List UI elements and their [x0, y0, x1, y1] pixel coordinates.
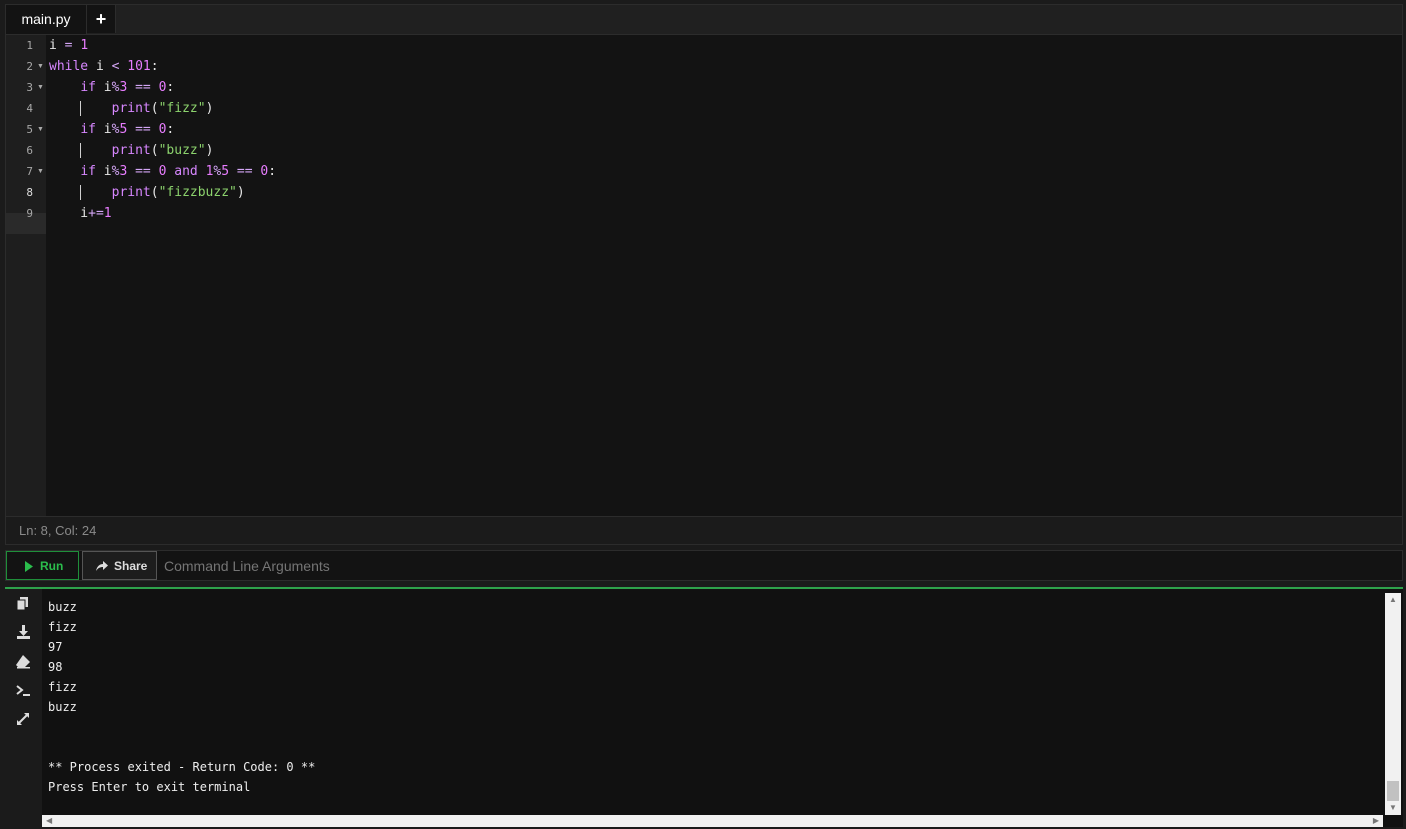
line-number: 4	[26, 102, 33, 115]
terminal-prompt-icon[interactable]	[15, 682, 31, 698]
terminal-line: ** Process exited - Return Code: 0 **	[48, 760, 316, 774]
run-button[interactable]: Run	[6, 551, 79, 580]
line-number: 8	[26, 186, 33, 199]
terminal-line: 98	[48, 660, 63, 674]
line-number: 7	[26, 165, 33, 178]
download-icon[interactable]	[15, 624, 31, 640]
terminal-panel[interactable]: buzz fizz 97 98 fizz buzz ** Process exi…	[5, 587, 1403, 829]
share-button-label: Share	[114, 559, 148, 573]
code-line: if i%3 == 0:	[80, 80, 175, 95]
terminal-line: buzz	[48, 700, 77, 714]
expand-icon[interactable]	[15, 711, 31, 727]
code-editor[interactable]: main.py + 1 2 ▼ 3 ▼ 4 5 ▼ 6 7 ▼ 8 9 i = …	[5, 4, 1403, 545]
code-line: if i%5 == 0:	[80, 122, 175, 137]
code-line: if i%3 == 0 and 1%5 == 0:	[80, 164, 277, 179]
terminal-line: fizz	[48, 680, 77, 694]
terminal-vertical-scrollbar[interactable]: ▲ ▼	[1385, 593, 1401, 815]
share-icon	[95, 552, 109, 592]
command-line-arguments-input[interactable]	[162, 551, 1396, 582]
scroll-up-arrow-icon[interactable]: ▲	[1389, 595, 1397, 604]
terminal-line: Press Enter to exit terminal	[48, 780, 251, 794]
line-number: 3	[26, 81, 33, 94]
share-button[interactable]: Share	[82, 551, 157, 580]
play-icon	[24, 552, 34, 592]
scrollbar-thumb[interactable]	[1387, 781, 1399, 801]
terminal-line: 97	[48, 640, 63, 654]
line-number: 5	[26, 123, 33, 136]
scroll-right-arrow-icon[interactable]: ▶	[1373, 816, 1379, 825]
code-line: while i < 101:	[49, 59, 159, 74]
terminal-line: buzz	[48, 600, 77, 614]
code-line: i+=1	[49, 206, 112, 221]
terminal-sidebar	[5, 589, 42, 829]
line-number: 6	[26, 144, 33, 157]
terminal-output: buzz fizz 97 98 fizz buzz ** Process exi…	[48, 597, 315, 797]
add-tab-button[interactable]: +	[87, 5, 116, 33]
code-line: print("buzz")	[111, 143, 214, 158]
copy-icon[interactable]	[15, 595, 31, 611]
terminal-line: fizz	[48, 620, 77, 634]
run-button-label: Run	[40, 559, 64, 573]
fold-arrow-icon[interactable]: ▼	[37, 56, 44, 77]
terminal-horizontal-scrollbar[interactable]: ◀ ▶	[42, 815, 1383, 827]
line-number: 1	[26, 39, 33, 52]
code-line: print("fizz")	[111, 101, 214, 116]
fold-arrow-icon[interactable]: ▼	[37, 161, 44, 182]
code-line: i = 1	[49, 38, 89, 53]
tab-bar: main.py +	[6, 5, 1402, 35]
fold-arrow-icon[interactable]: ▼	[37, 119, 44, 140]
fold-arrow-icon[interactable]: ▼	[37, 77, 44, 98]
line-number-gutter: 1 2 ▼ 3 ▼ 4 5 ▼ 6 7 ▼ 8 9	[6, 35, 46, 517]
scroll-left-arrow-icon[interactable]: ◀	[46, 816, 52, 825]
code-area[interactable]: i = 1 while i < 101: if i%3 == 0: print(…	[49, 35, 1402, 517]
scroll-down-arrow-icon[interactable]: ▼	[1389, 803, 1397, 812]
tab-main-py[interactable]: main.py	[6, 5, 87, 34]
editor-status-bar: Ln: 8, Col: 24	[6, 516, 1402, 544]
run-toolbar: Run Share	[5, 550, 1403, 582]
line-number: 9	[26, 207, 33, 220]
code-line: print("fizzbuzz")	[111, 185, 245, 200]
line-number: 2	[26, 60, 33, 73]
eraser-icon[interactable]	[15, 653, 31, 669]
